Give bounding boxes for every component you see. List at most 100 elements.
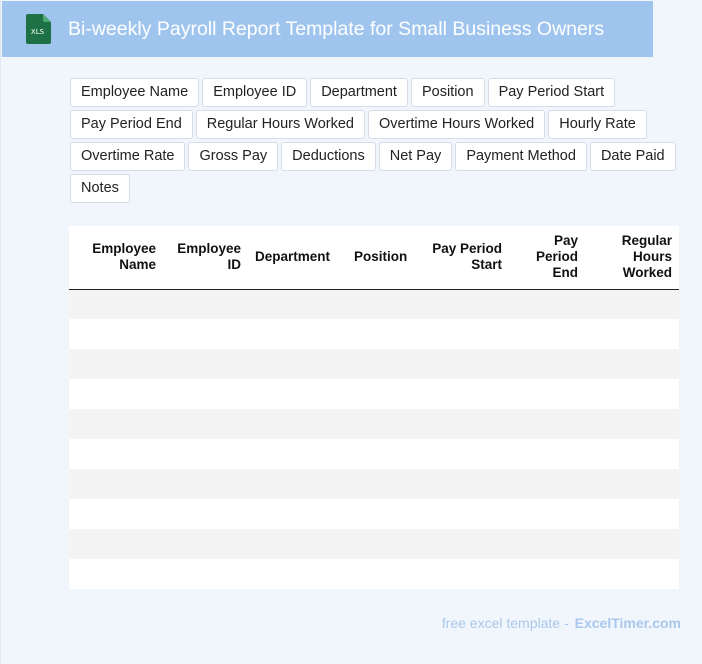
table-row (69, 379, 679, 409)
field-tag-overtime-hours-worked[interactable]: Overtime Hours Worked (367, 110, 546, 139)
table-cell[interactable] (585, 319, 679, 349)
column-header-regular-hours-worked[interactable]: Regular Hours Worked (585, 226, 679, 289)
column-header-position[interactable]: Position (347, 226, 419, 289)
table-cell[interactable] (347, 499, 419, 529)
table-cell[interactable] (69, 409, 163, 439)
footer-brand-link[interactable]: ExcelTimer.com (575, 615, 681, 631)
table-cell[interactable] (509, 319, 585, 349)
table-cell[interactable] (419, 469, 509, 499)
table-cell[interactable] (248, 379, 347, 409)
field-tag-pay-period-start[interactable]: Pay Period Start (487, 78, 616, 107)
table-cell[interactable] (419, 499, 509, 529)
table-cell[interactable] (69, 319, 163, 349)
table-cell[interactable] (347, 289, 419, 319)
field-tag-position[interactable]: Position (410, 78, 485, 107)
table-cell[interactable] (248, 559, 347, 589)
field-tag-pay-period-end[interactable]: Pay Period End (70, 110, 193, 139)
table-cell[interactable] (419, 559, 509, 589)
table-cell[interactable] (69, 349, 163, 379)
table-cell[interactable] (69, 379, 163, 409)
table-cell[interactable] (585, 529, 679, 559)
table-cell[interactable] (347, 319, 419, 349)
table-row (69, 409, 679, 439)
table-cell[interactable] (585, 349, 679, 379)
table-cell[interactable] (419, 529, 509, 559)
table-cell[interactable] (163, 289, 248, 319)
table-cell[interactable] (509, 499, 585, 529)
table-cell[interactable] (163, 469, 248, 499)
table-cell[interactable] (248, 289, 347, 319)
table-cell[interactable] (248, 409, 347, 439)
table-cell[interactable] (163, 529, 248, 559)
table-cell[interactable] (585, 409, 679, 439)
table-cell[interactable] (509, 409, 585, 439)
svg-text:XLS: XLS (31, 28, 45, 36)
table-cell[interactable] (163, 319, 248, 349)
field-tag-notes[interactable]: Notes (70, 174, 130, 203)
table-cell[interactable] (419, 409, 509, 439)
field-tag-employee-id[interactable]: Employee ID (202, 78, 308, 107)
field-tag-overtime-rate[interactable]: Overtime Rate (70, 142, 186, 171)
column-header-pay-period-end[interactable]: Pay Period End (509, 226, 585, 289)
table-cell[interactable] (347, 379, 419, 409)
table-cell[interactable] (248, 499, 347, 529)
table-cell[interactable] (347, 409, 419, 439)
table-cell[interactable] (163, 409, 248, 439)
table-cell[interactable] (69, 529, 163, 559)
table-cell[interactable] (347, 439, 419, 469)
field-tag-gross-pay[interactable]: Gross Pay (188, 142, 279, 171)
table-cell[interactable] (585, 469, 679, 499)
table-cell[interactable] (248, 529, 347, 559)
field-tag-regular-hours-worked[interactable]: Regular Hours Worked (195, 110, 365, 139)
table-cell[interactable] (509, 289, 585, 319)
field-tag-net-pay[interactable]: Net Pay (378, 142, 453, 171)
field-tag-department[interactable]: Department (310, 78, 408, 107)
table-cell[interactable] (248, 439, 347, 469)
table-cell[interactable] (419, 349, 509, 379)
table-cell[interactable] (69, 289, 163, 319)
table-cell[interactable] (248, 469, 347, 499)
table-cell[interactable] (585, 559, 679, 589)
table-cell[interactable] (69, 439, 163, 469)
table-cell[interactable] (163, 559, 248, 589)
table-cell[interactable] (509, 469, 585, 499)
table-cell[interactable] (509, 439, 585, 469)
table-cell[interactable] (509, 379, 585, 409)
column-header-pay-period-start[interactable]: Pay Period Start (419, 226, 509, 289)
field-tag-deductions[interactable]: Deductions (281, 142, 376, 171)
column-header-employee-name[interactable]: Employee Name (69, 226, 163, 289)
column-header-employee-id[interactable]: Employee ID (163, 226, 248, 289)
table-cell[interactable] (163, 439, 248, 469)
table-cell[interactable] (69, 469, 163, 499)
field-tag-hourly-rate[interactable]: Hourly Rate (548, 110, 647, 139)
table-cell[interactable] (585, 499, 679, 529)
table-cell[interactable] (347, 529, 419, 559)
table-cell[interactable] (509, 349, 585, 379)
table-cell[interactable] (585, 379, 679, 409)
table-cell[interactable] (585, 289, 679, 319)
table-cell[interactable] (419, 439, 509, 469)
table-body (69, 289, 679, 589)
table-cell[interactable] (419, 379, 509, 409)
table-cell[interactable] (248, 319, 347, 349)
table-cell[interactable] (248, 349, 347, 379)
table-cell[interactable] (509, 529, 585, 559)
table-cell[interactable] (509, 559, 585, 589)
table-cell[interactable] (163, 379, 248, 409)
field-tag-employee-name[interactable]: Employee Name (70, 78, 200, 107)
table-cell[interactable] (69, 499, 163, 529)
field-tag-date-paid[interactable]: Date Paid (589, 142, 676, 171)
table-cell[interactable] (419, 319, 509, 349)
table-cell[interactable] (69, 559, 163, 589)
field-tag-payment-method[interactable]: Payment Method (455, 142, 587, 171)
table-cell[interactable] (163, 499, 248, 529)
table-cell[interactable] (419, 289, 509, 319)
table-header-row: Employee Name Employee ID Department Positi… (69, 226, 679, 289)
table-cell[interactable] (347, 559, 419, 589)
table-cell[interactable] (163, 349, 248, 379)
table-cell[interactable] (585, 439, 679, 469)
table-cell[interactable] (347, 349, 419, 379)
footer-credit: free excel template - ExcelTimer.com (442, 614, 681, 632)
table-cell[interactable] (347, 469, 419, 499)
column-header-department[interactable]: Department (248, 226, 347, 289)
